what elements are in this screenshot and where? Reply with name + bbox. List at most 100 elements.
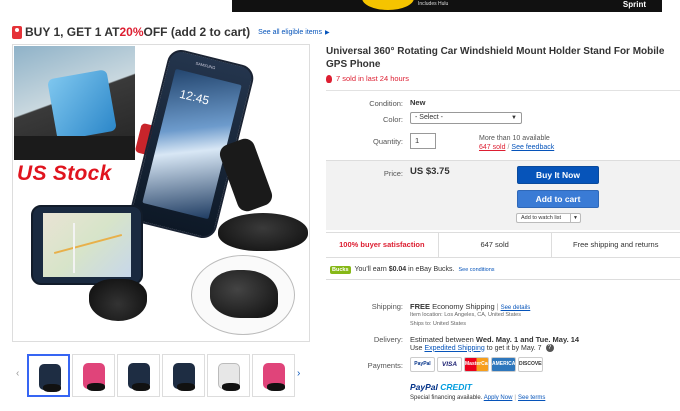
condition-label: Condition: (369, 99, 403, 108)
chevron-down-icon: ▼ (511, 115, 517, 121)
thumb-base-graphic (222, 383, 240, 391)
price-label: Price: (383, 169, 403, 178)
color-select-value: - Select - (415, 114, 444, 121)
delivery-estimate: Estimated between Wed. May. 1 and Tue. M… (410, 335, 579, 344)
quantity-input[interactable]: 1 (410, 133, 436, 149)
flame-icon (326, 74, 332, 83)
see-eligible-items-link[interactable]: See all eligible items (258, 29, 322, 36)
thumbnail-5[interactable] (207, 354, 250, 397)
see-terms-link[interactable]: See terms (518, 395, 545, 401)
sale-tag-icon (12, 25, 22, 39)
paypal-credit-b: CREDIT (440, 382, 472, 392)
special-financing: Special financing available. Apply Now | S… (410, 395, 545, 401)
thumbnail-3[interactable] (117, 354, 160, 397)
separator: | (514, 395, 516, 401)
buyer-satisfaction: 100% buyer satisfaction (326, 233, 439, 257)
watch-list-label: Add to watch list (521, 215, 562, 221)
sold-feedback-links: 647 sold / See feedback (479, 144, 554, 151)
bucks-amount: $0.04 (388, 266, 407, 273)
promo-percent: 20% (119, 25, 144, 39)
visa-icon: VISA (437, 357, 462, 372)
shipping-label: Shipping: (371, 302, 403, 311)
sold-recently: 7 sold in last 24 hours (326, 74, 409, 83)
thumbnail-6[interactable] (252, 354, 295, 397)
color-label: Color: (382, 115, 403, 124)
use-text: Use (410, 344, 423, 352)
see-details-link[interactable]: See details (501, 305, 531, 311)
suction-cup-graphic (218, 213, 308, 251)
car-photo-inset (14, 46, 135, 160)
shipping-method: Economy Shipping (430, 302, 495, 311)
thumb-base-graphic (132, 383, 150, 391)
ebay-bucks-row: Bucks You'll earn $0.04 in eBay Bucks. S… (326, 260, 680, 280)
payment-icons: PayPal VISA MasterCard AMERICAN EXPRESS … (410, 357, 543, 372)
detail-zoom-circle (191, 255, 295, 335)
add-to-cart-button[interactable]: Add to cart (517, 190, 599, 208)
bucks-suffix: in eBay Bucks. (406, 266, 455, 273)
banner-small-text: Includes Hulu (418, 1, 449, 7)
special-financing-text: Special financing available. (410, 395, 483, 401)
phone-brand: SAMSUNG (195, 60, 216, 71)
map-screen-graphic (43, 213, 131, 277)
see-conditions-link[interactable]: See conditions (458, 267, 494, 273)
paypal-icon: PayPal (410, 357, 435, 372)
banner-coin-graphic (362, 0, 414, 10)
delivery-prefix: Estimated between (410, 335, 476, 344)
ebay-bucks-logo: Bucks (330, 265, 351, 274)
promo-lead: BUY 1, GET 1 AT (25, 25, 120, 39)
discover-icon: DISCOVER (518, 357, 543, 372)
delivery-dates: Wed. May. 1 and Tue. May. 14 (475, 335, 580, 344)
apply-now-link[interactable]: Apply Now (484, 395, 513, 401)
promo-bar: BUY 1, GET 1 AT 20% OFF (add 2 to cart) … (12, 24, 330, 40)
condition-value: New (410, 98, 426, 107)
shipping-free: FREE (410, 302, 431, 311)
bucks-text: You'll earn $0.04 in eBay Bucks. (355, 266, 455, 273)
thumb-base-graphic (43, 384, 61, 392)
paypal-credit-a: PayPal (410, 382, 441, 392)
color-select[interactable]: - Select - ▼ (410, 112, 522, 124)
expedited-shipping-link[interactable]: Expedited Shipping (424, 345, 484, 352)
gps-phone-graphic (31, 205, 143, 285)
delivery-label: Delivery: (373, 335, 403, 344)
thumbnail-1[interactable] (27, 354, 70, 397)
expedited-line: Use Expedited Shipping to get it by May. 7… (410, 344, 554, 352)
stats-row: 100% buyer satisfaction 647 sold Free sh… (326, 232, 680, 258)
availability-text: More than 10 available (479, 135, 550, 142)
shipping-returns-stat: Free shipping and returns (573, 240, 659, 249)
item-location: Item location: Los Angeles, CA, United S… (410, 312, 521, 318)
us-stock-overlay: US Stock (17, 162, 112, 185)
banner-ad[interactable]: Includes Hulu Sprint (232, 0, 662, 12)
by-date-text: to get it by May. 7 (486, 344, 542, 352)
thumb-base-graphic (177, 383, 195, 391)
add-to-watch-list-button[interactable]: Add to watch list ▼ (516, 213, 581, 223)
small-mount-graphic (89, 279, 147, 321)
price-value: US $3.75 (410, 166, 450, 177)
caret-down-icon[interactable]: ▼ (570, 214, 580, 222)
see-feedback-link[interactable]: See feedback (511, 144, 554, 151)
thumbnail-4[interactable] (162, 354, 205, 397)
listing-title: Universal 360° Rotating Car Windshield M… (326, 46, 665, 70)
sold-stat: 647 sold (439, 233, 552, 257)
phone-clock: 12:45 (178, 86, 211, 108)
separator: / (507, 144, 510, 151)
thumbnail-2[interactable] (72, 354, 115, 397)
help-icon[interactable]: ? (545, 344, 554, 352)
main-product-image[interactable]: US Stock SAMSUNG 12:45 (12, 44, 310, 342)
buy-it-now-button[interactable]: Buy It Now (517, 166, 599, 184)
dashboard-graphic (14, 136, 135, 160)
mount-part-graphic (210, 270, 278, 318)
mastercard-icon: MasterCard (464, 357, 489, 372)
bottles-graphic (47, 69, 117, 141)
bucks-prefix: You'll earn (354, 266, 389, 273)
sold-count-link[interactable]: 647 sold (479, 144, 505, 151)
thumb-base-graphic (87, 383, 105, 391)
thumb-base-graphic (267, 383, 285, 391)
ships-to: Ships to: United States (410, 321, 466, 327)
payments-label: Payments: (367, 361, 403, 370)
thumbnail-strip: ‹ › (12, 352, 310, 400)
quantity-label: Quantity: (372, 137, 403, 146)
chevron-left-icon[interactable]: ‹ (16, 368, 19, 379)
chevron-right-icon[interactable]: › (297, 368, 300, 379)
shipping-value: FREE Economy Shipping | See details (410, 302, 530, 311)
sold-recently-text: 7 sold in last 24 hours (336, 74, 409, 83)
